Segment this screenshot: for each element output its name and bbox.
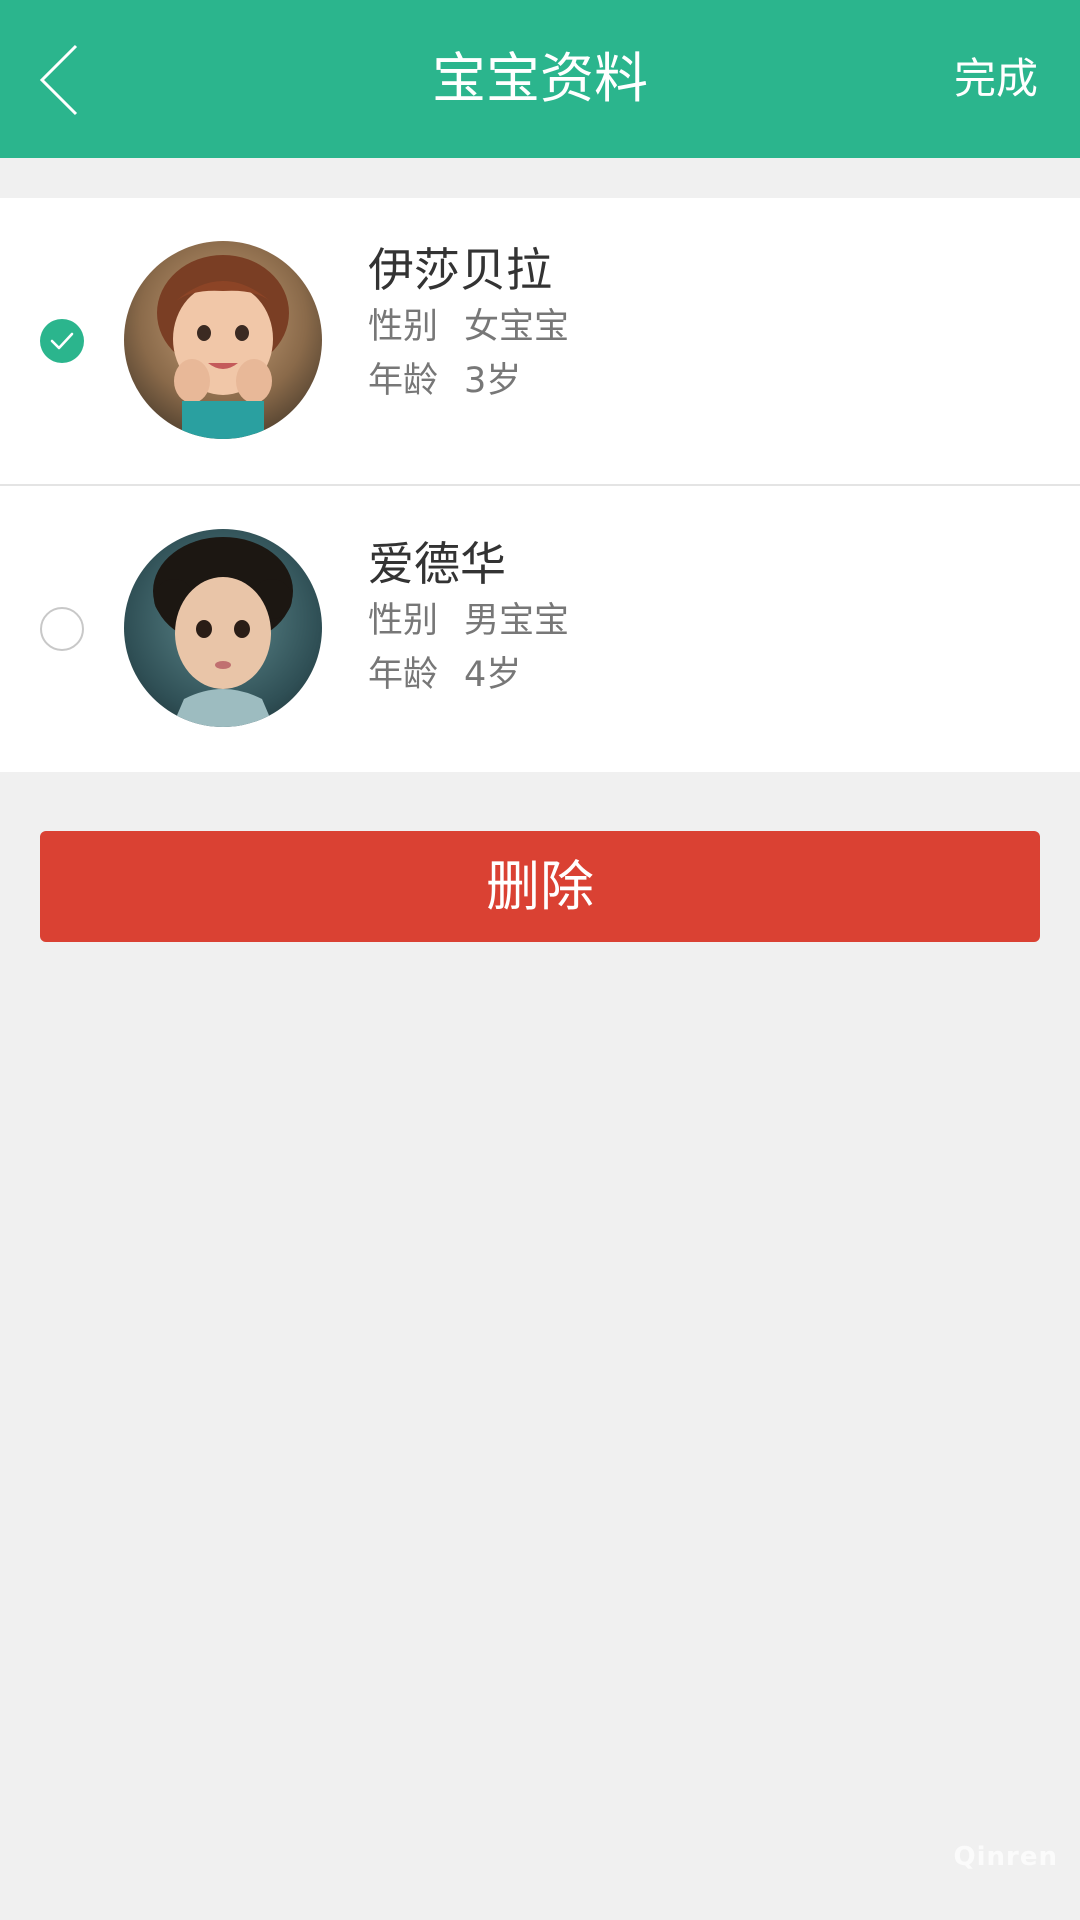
- gender-line: 性别 男宝宝: [368, 594, 569, 648]
- baby-info: 爱德华 性别 男宝宝 年龄 4岁: [368, 534, 569, 702]
- gender-value: 男宝宝: [464, 601, 570, 641]
- navigation-bar: 宝宝资料 完成: [0, 0, 1080, 158]
- avatar: [124, 529, 322, 727]
- age-label: 年龄: [368, 655, 439, 695]
- done-button[interactable]: 完成: [954, 0, 1038, 158]
- baby-list: 伊莎贝拉 性别 女宝宝 年龄 3岁 爱德华 性别 男宝宝 年龄 4岁: [0, 198, 1080, 772]
- back-button[interactable]: [20, 30, 120, 130]
- watermark: Qinren: [953, 1842, 1058, 1872]
- chevron-left-icon: [39, 44, 78, 116]
- age-value: 4岁: [464, 655, 522, 695]
- avatar: [124, 241, 322, 439]
- age-value: 3岁: [464, 361, 522, 401]
- baby-name: 伊莎贝拉: [368, 243, 552, 297]
- baby-name: 爱德华: [368, 537, 506, 591]
- select-radio-checked[interactable]: [40, 319, 84, 363]
- baby-info: 伊莎贝拉 性别 女宝宝 年龄 3岁: [368, 240, 569, 408]
- delete-button[interactable]: 删除: [40, 831, 1040, 942]
- age-line: 年龄 3岁: [368, 354, 569, 408]
- empty-circle-icon: [40, 607, 84, 651]
- gender-line: 性别 女宝宝: [368, 300, 569, 354]
- select-radio-unchecked[interactable]: [40, 607, 84, 651]
- gender-label: 性别: [368, 307, 439, 347]
- age-line: 年龄 4岁: [368, 648, 569, 702]
- page-title: 宝宝资料: [432, 47, 648, 110]
- check-circle-icon: [40, 319, 84, 363]
- age-label: 年龄: [368, 361, 439, 401]
- baby-list-item[interactable]: 爱德华 性别 男宝宝 年龄 4岁: [0, 484, 1080, 772]
- gender-label: 性别: [368, 601, 439, 641]
- baby-list-item[interactable]: 伊莎贝拉 性别 女宝宝 年龄 3岁: [0, 198, 1080, 484]
- gender-value: 女宝宝: [464, 307, 570, 347]
